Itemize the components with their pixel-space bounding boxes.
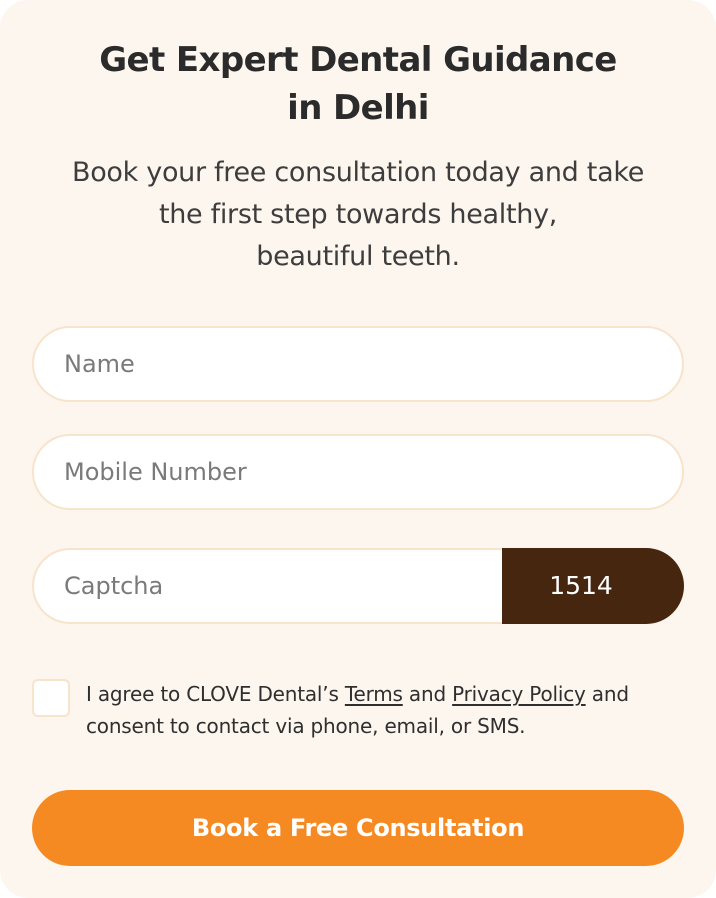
consent-checkbox[interactable] (32, 679, 70, 717)
form-subtitle-line3: beautiful teeth. (256, 241, 460, 272)
consent-and: and (408, 682, 446, 706)
captcha-input[interactable] (32, 548, 502, 624)
form-subtitle-line1: Book your free consultation today and ta… (71, 157, 645, 188)
form-title-line1: Get Expert Dental Guidance (99, 40, 617, 80)
consultation-form-card: Get Expert Dental Guidance in Delhi Book… (0, 0, 716, 898)
captcha-code: 1514 (478, 548, 684, 624)
form-subtitle-line2: the first step towards healthy, (158, 199, 558, 230)
book-consultation-button[interactable]: Book a Free Consultation (32, 790, 684, 866)
terms-link[interactable]: Terms (345, 682, 403, 706)
mobile-number-input[interactable] (32, 434, 684, 510)
captcha-group: 1514 (32, 548, 684, 624)
privacy-policy-link[interactable]: Privacy Policy (452, 682, 586, 706)
consent-prefix: I agree to CLOVE Dental’s (86, 682, 339, 706)
form-subtitle: Book your free consultation today and ta… (30, 152, 686, 278)
name-input[interactable] (32, 326, 684, 402)
form-title-line2: in Delhi (287, 88, 429, 128)
consent-text: I agree to CLOVE Dental’s Terms and Priv… (86, 678, 696, 742)
form-title: Get Expert Dental Guidance in Delhi (0, 36, 716, 132)
